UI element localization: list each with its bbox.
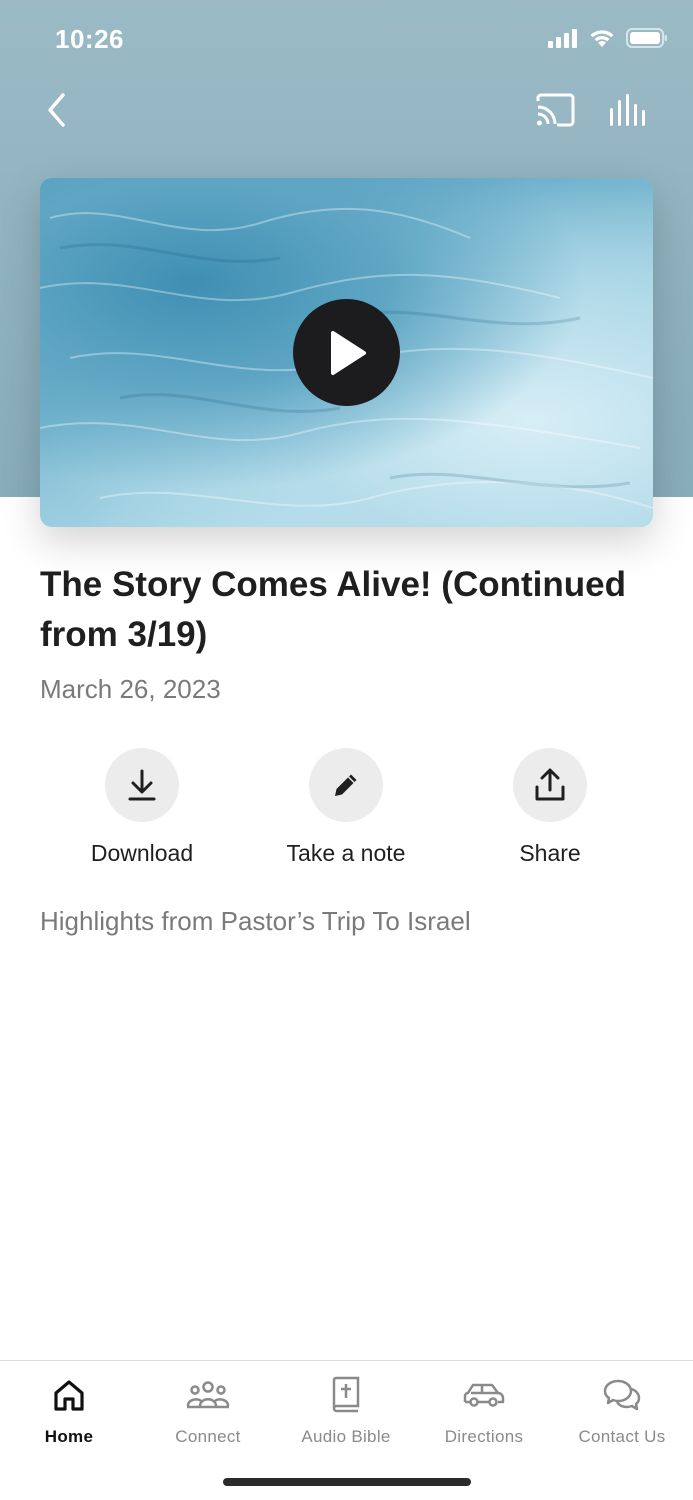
- share-circle: [513, 748, 587, 822]
- tab-directions[interactable]: Directions: [415, 1373, 553, 1447]
- chat-icon: [603, 1373, 641, 1417]
- take-note-circle: [309, 748, 383, 822]
- sermon-date: March 26, 2023: [40, 674, 221, 704]
- download-button[interactable]: Download: [42, 748, 242, 867]
- share-button[interactable]: Share: [450, 748, 650, 867]
- download-label: Download: [90, 840, 194, 866]
- chevron-left-icon: [48, 93, 65, 127]
- tab-home[interactable]: Home: [0, 1373, 138, 1447]
- car-icon: [462, 1373, 506, 1417]
- tab-connect[interactable]: Connect: [139, 1373, 277, 1447]
- home-icon: [52, 1373, 86, 1417]
- status-icons: [548, 28, 668, 48]
- status-bar: 10:26: [0, 0, 693, 78]
- tab-home-label: Home: [44, 1427, 94, 1446]
- audio-bars-icon: [610, 94, 645, 126]
- sermon-title: The Story Comes Alive! (Continued from 3…: [40, 565, 626, 654]
- tab-audio-bible[interactable]: Audio Bible: [277, 1373, 415, 1447]
- sermon-description: Highlights from Pastor’s Trip To Israel: [40, 906, 471, 936]
- share-icon: [535, 768, 565, 801]
- take-note-button[interactable]: Take a note: [246, 748, 446, 867]
- tab-contact-us-label: Contact Us: [578, 1427, 666, 1446]
- status-time: 10:26: [55, 24, 124, 54]
- play-button[interactable]: [293, 299, 400, 406]
- home-indicator: [223, 1478, 471, 1486]
- wifi-icon: [590, 30, 614, 47]
- tab-contact-us[interactable]: Contact Us: [553, 1373, 691, 1447]
- cast-button[interactable]: [532, 90, 578, 130]
- people-icon: [186, 1373, 230, 1417]
- take-note-label: Take a note: [286, 840, 406, 866]
- tab-connect-label: Connect: [175, 1427, 241, 1446]
- download-icon: [128, 769, 156, 801]
- battery-icon: [626, 28, 667, 48]
- bible-icon: [330, 1373, 362, 1417]
- play-icon: [330, 330, 366, 375]
- share-label: Share: [519, 840, 581, 866]
- signal-icon: [548, 29, 577, 48]
- video-thumbnail[interactable]: [40, 178, 653, 527]
- tab-audio-bible-label: Audio Bible: [301, 1427, 391, 1446]
- download-circle: [105, 748, 179, 822]
- cast-icon: [536, 93, 575, 127]
- action-row: Download Take a note Share: [0, 748, 693, 878]
- pencil-icon: [335, 774, 357, 796]
- back-button[interactable]: [36, 88, 76, 132]
- tab-directions-label: Directions: [444, 1427, 524, 1446]
- audio-button[interactable]: [604, 90, 654, 130]
